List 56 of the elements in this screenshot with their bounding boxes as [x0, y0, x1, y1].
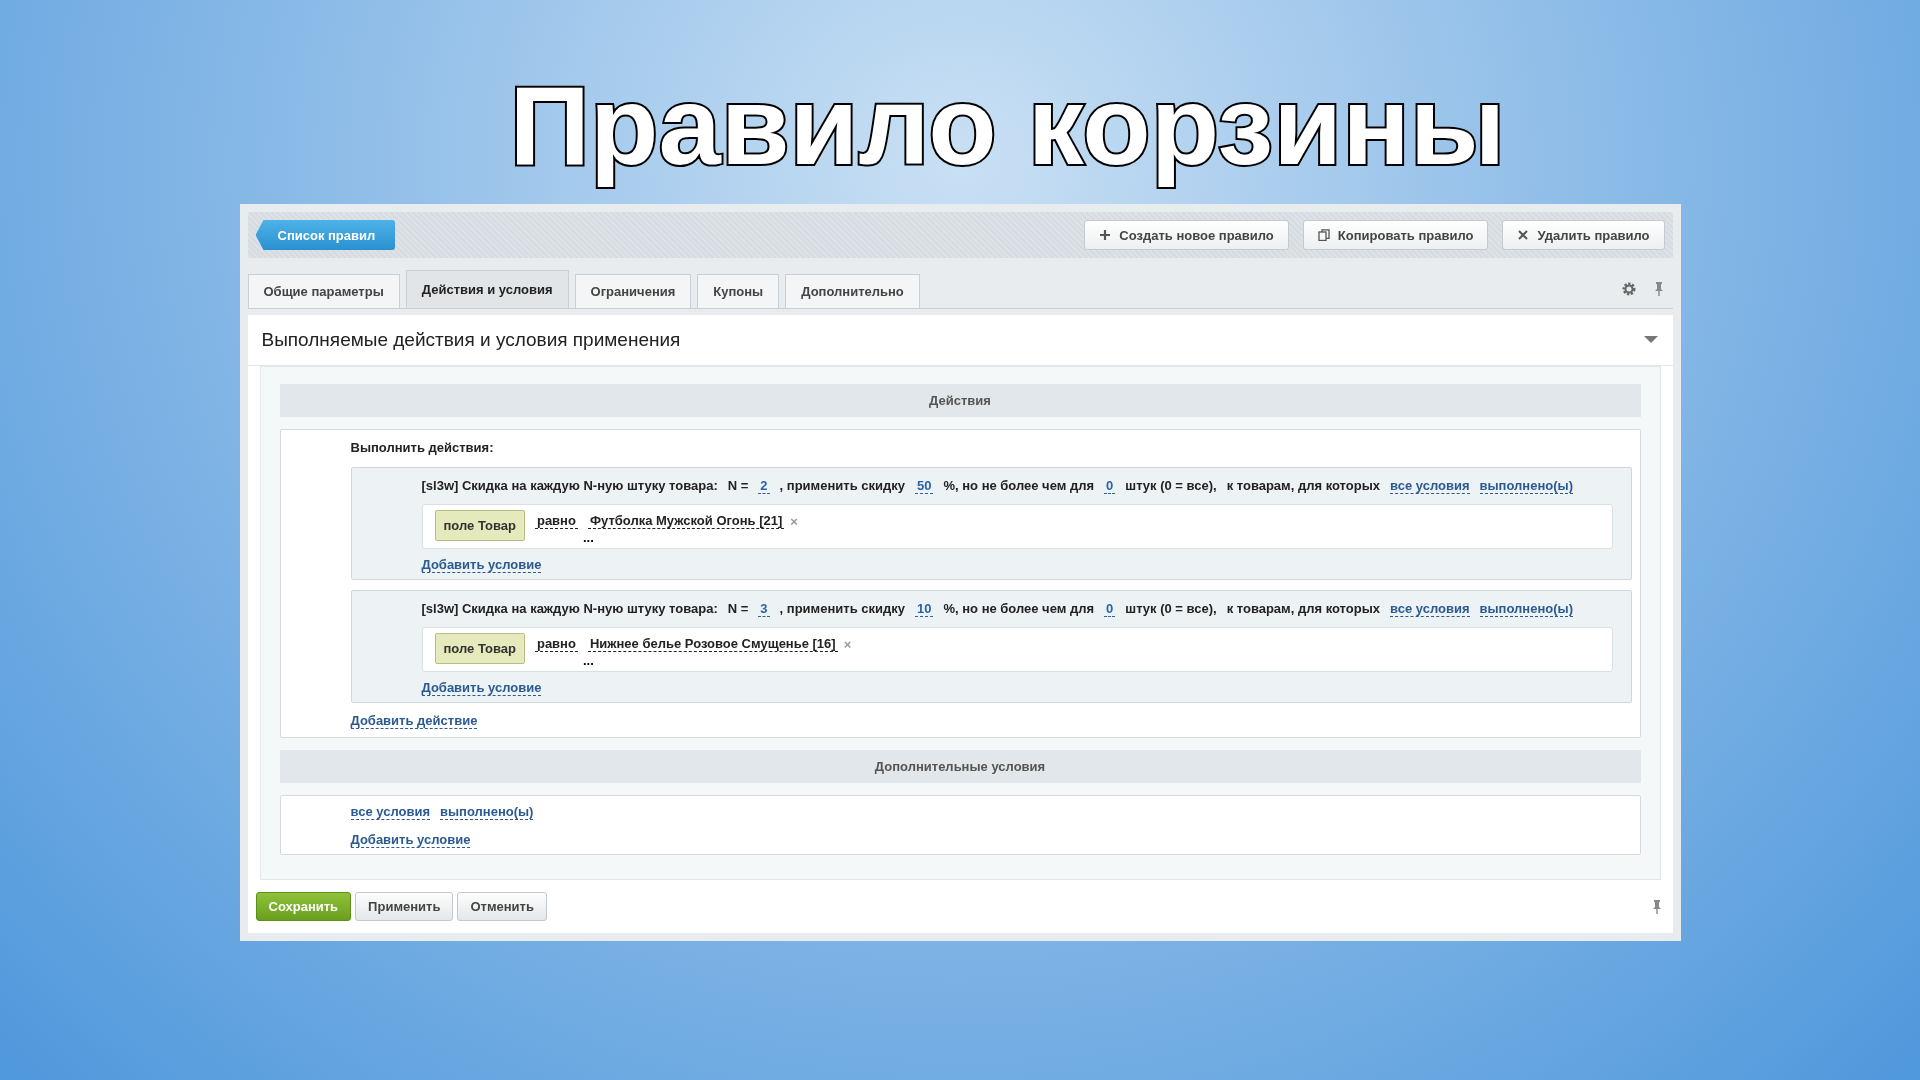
tab[interactable]: Общие параметры	[247, 274, 400, 308]
add-action-link[interactable]: Добавить действие	[350, 713, 478, 729]
operator-link[interactable]: равно	[534, 636, 578, 652]
section-header: Действия	[279, 384, 1641, 417]
value-link[interactable]: Нижнее белье Розовое Смущенье [16]	[587, 636, 838, 652]
add-condition-link[interactable]: Добавить условие	[421, 557, 542, 573]
section-title: Выполняемые действия и условия применения	[261, 329, 681, 351]
condition-link[interactable]: все условия	[350, 804, 430, 820]
settings-icon[interactable]	[1620, 281, 1637, 297]
param-label: N =	[727, 601, 749, 617]
toolbar-button[interactable]: Удалить правило	[1502, 220, 1665, 250]
value-link[interactable]: 0	[1104, 601, 1116, 617]
copy-icon	[1317, 229, 1330, 241]
tab[interactable]: Ограничения	[574, 274, 692, 308]
actions-label: Выполнить действия:	[350, 440, 494, 455]
condition-link[interactable]: все условия	[1390, 478, 1470, 494]
value-link[interactable]: 0	[1104, 478, 1116, 494]
param-label: , применить скидку	[779, 601, 905, 617]
param-label: к товарам, для которых	[1226, 601, 1380, 617]
param-label: N =	[727, 478, 749, 494]
toolbar-button[interactable]: Копировать правило	[1302, 220, 1489, 250]
slide-title: Правило корзины	[509, 62, 1506, 190]
tab[interactable]: Дополнительно	[785, 274, 920, 308]
caret-icon[interactable]	[1642, 335, 1659, 345]
field-tag: поле Товар	[434, 633, 525, 664]
param-label: штук (0 = все),	[1125, 478, 1217, 494]
more-link[interactable]: ...	[582, 533, 594, 543]
param-label: штук (0 = все),	[1125, 601, 1217, 617]
plus-icon	[1099, 229, 1112, 241]
param-label: %, но не более чем для	[943, 601, 1095, 617]
condition-link[interactable]: выполнено(ы)	[1479, 478, 1573, 494]
tab[interactable]: Действия и условия	[405, 270, 569, 308]
footer-button[interactable]: Применить	[355, 892, 454, 921]
operator-link[interactable]: равно	[534, 513, 578, 529]
value-link[interactable]: 10	[914, 601, 934, 617]
param-label: , применить скидку	[779, 478, 905, 494]
add-condition-link[interactable]: Добавить условие	[421, 680, 542, 696]
value-link[interactable]: 3	[758, 601, 770, 617]
value-link[interactable]: Футболка Мужской Огонь [21]	[587, 513, 785, 529]
action-text: [sl3w] Скидка на каждую N-ную штуку товара:	[421, 601, 718, 617]
add-condition-link[interactable]: Добавить условие	[350, 832, 471, 848]
value-link[interactable]: 50	[914, 478, 934, 494]
footer-button[interactable]: Отменить	[457, 892, 547, 921]
param-label: к товарам, для которых	[1226, 478, 1380, 494]
condition-link[interactable]: все условия	[1390, 601, 1470, 617]
condition-link[interactable]: выполнено(ы)	[440, 804, 534, 820]
more-link[interactable]: ...	[582, 656, 594, 666]
toolbar-button[interactable]: Создать новое правило	[1084, 220, 1289, 250]
action-text: [sl3w] Скидка на каждую N-ную штуку товара:	[421, 478, 718, 494]
tab[interactable]: Купоны	[697, 274, 780, 308]
value-link[interactable]: 2	[758, 478, 770, 494]
close-icon	[1517, 229, 1530, 241]
param-label: %, но не более чем для	[943, 478, 1095, 494]
condition-link[interactable]: выполнено(ы)	[1479, 601, 1573, 617]
section-header: Дополнительные условия	[279, 750, 1641, 783]
field-tag: поле Товар	[434, 510, 525, 541]
